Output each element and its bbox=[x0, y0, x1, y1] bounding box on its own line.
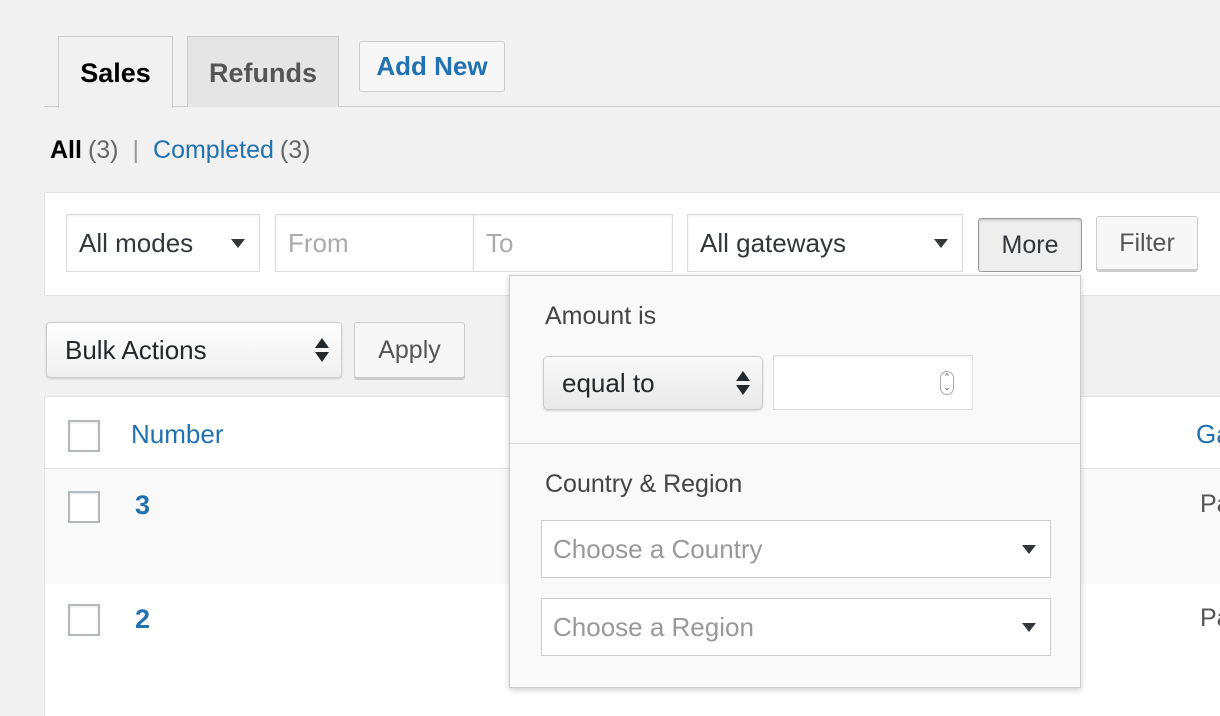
row-gateway: Pa bbox=[1200, 604, 1220, 632]
row-number-link[interactable]: 2 bbox=[135, 604, 150, 635]
filter-button[interactable]: Filter bbox=[1096, 216, 1198, 270]
chevron-down-icon bbox=[934, 239, 948, 248]
date-to-input[interactable]: To bbox=[473, 214, 673, 272]
country-select[interactable]: Choose a Country bbox=[541, 520, 1051, 578]
region-select[interactable]: Choose a Region bbox=[541, 598, 1051, 656]
view-all-count: (3) bbox=[87, 136, 119, 164]
amount-label: Amount is bbox=[545, 302, 657, 330]
country-placeholder: Choose a Country bbox=[553, 533, 763, 564]
amount-input[interactable]: ⌃ ⌄ bbox=[773, 355, 973, 410]
select-arrows-icon bbox=[315, 336, 329, 364]
row-checkbox[interactable] bbox=[68, 491, 100, 523]
column-header-number[interactable]: Number bbox=[131, 419, 223, 450]
row-number-link[interactable]: 3 bbox=[135, 490, 150, 521]
chevron-down-icon bbox=[1022, 623, 1036, 632]
row-gateway: Pa bbox=[1200, 490, 1220, 518]
amount-operator-select[interactable]: equal to bbox=[543, 356, 763, 410]
apply-button[interactable]: Apply bbox=[354, 322, 465, 378]
mode-select[interactable]: All modes bbox=[66, 214, 260, 272]
more-filters-button[interactable]: More bbox=[978, 218, 1082, 272]
amount-operator-value: equal to bbox=[562, 367, 655, 398]
number-spinner-icon[interactable]: ⌃ ⌄ bbox=[940, 370, 954, 395]
more-filters-panel: Amount is equal to ⌃ ⌄ Country & Region C… bbox=[509, 275, 1081, 688]
panel-divider bbox=[510, 443, 1080, 444]
add-new-button[interactable]: Add New bbox=[359, 41, 505, 92]
row-checkbox[interactable] bbox=[68, 604, 100, 636]
tab-sales[interactable]: Sales bbox=[58, 36, 173, 108]
select-arrows-icon bbox=[736, 369, 750, 397]
chevron-down-icon bbox=[231, 239, 245, 248]
gateway-select-value: All gateways bbox=[700, 227, 846, 258]
view-separator: | bbox=[132, 136, 140, 164]
date-to-placeholder: To bbox=[486, 227, 514, 258]
tab-refunds[interactable]: Refunds bbox=[187, 36, 339, 107]
select-all-checkbox[interactable] bbox=[68, 420, 100, 452]
bulk-actions-select[interactable]: Bulk Actions bbox=[46, 322, 342, 378]
date-from-placeholder: From bbox=[288, 227, 349, 258]
date-from-input[interactable]: From bbox=[275, 214, 474, 272]
country-region-label: Country & Region bbox=[545, 470, 743, 498]
chevron-down-icon bbox=[1022, 545, 1036, 554]
view-all-link[interactable]: All bbox=[50, 136, 82, 165]
column-header-gateway[interactable]: Ga bbox=[1196, 419, 1220, 450]
bulk-actions-value: Bulk Actions bbox=[65, 334, 207, 365]
view-completed-link[interactable]: Completed bbox=[153, 136, 274, 165]
region-placeholder: Choose a Region bbox=[553, 611, 754, 642]
gateway-select[interactable]: All gateways bbox=[687, 214, 963, 272]
view-filters: All (3) | Completed (3) bbox=[50, 136, 310, 165]
view-completed-count: (3) bbox=[279, 136, 311, 164]
mode-select-value: All modes bbox=[79, 227, 194, 258]
